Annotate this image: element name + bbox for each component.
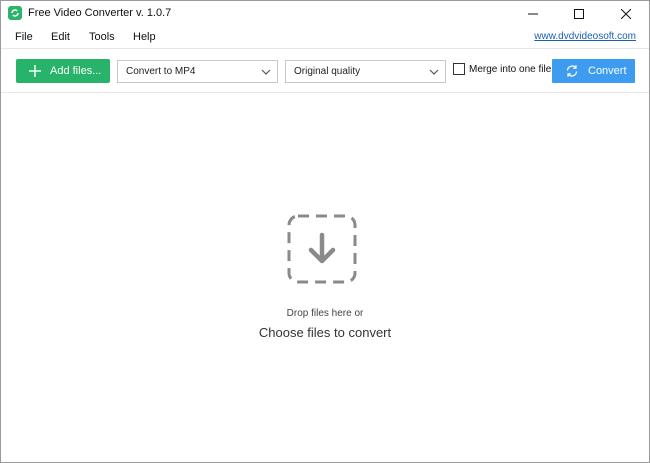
maximize-icon <box>574 9 584 19</box>
close-icon <box>621 9 631 19</box>
menu-edit[interactable]: Edit <box>51 31 70 43</box>
convert-label: Convert <box>588 65 627 77</box>
choose-files-link[interactable]: Choose files to convert <box>1 325 649 340</box>
merge-option[interactable]: Merge into one file <box>453 63 551 75</box>
merge-label: Merge into one file <box>469 63 552 75</box>
menu-tools[interactable]: Tools <box>89 31 115 43</box>
download-arrow-icon <box>287 214 357 284</box>
drop-hint-text: Drop files here or <box>286 308 364 319</box>
app-icon <box>8 6 22 20</box>
format-select-value: Convert to MP4 <box>126 66 196 77</box>
maximize-button[interactable] <box>556 1 602 27</box>
title-bar: Free Video Converter v. 1.0.7 <box>1 1 649 27</box>
menu-divider <box>1 48 649 49</box>
close-button[interactable] <box>603 1 649 27</box>
add-files-label: Add files... <box>50 65 102 77</box>
menu-bar: File Edit Tools Help www.dvdvideosoft.co… <box>1 27 649 47</box>
website-link[interactable]: www.dvdvideosoft.com <box>534 31 636 42</box>
menu-file[interactable]: File <box>15 31 33 43</box>
format-select[interactable]: Convert to MP4 <box>117 60 278 83</box>
merge-checkbox[interactable] <box>453 63 465 75</box>
menu-help[interactable]: Help <box>133 31 156 43</box>
chevron-down-icon <box>426 64 442 80</box>
quality-select[interactable]: Original quality <box>285 60 446 83</box>
refresh-icon <box>565 64 579 78</box>
minimize-icon <box>528 13 538 15</box>
minimize-button[interactable] <box>510 1 556 27</box>
chevron-down-icon <box>258 64 274 80</box>
convert-button[interactable]: Convert <box>552 59 635 83</box>
window-title: Free Video Converter v. 1.0.7 <box>28 7 172 19</box>
quality-select-value: Original quality <box>294 66 361 77</box>
add-files-button[interactable]: Add files... <box>16 59 110 83</box>
plus-icon <box>28 64 42 78</box>
app-window: Free Video Converter v. 1.0.7 File Edit … <box>0 0 650 463</box>
drop-zone[interactable]: Drop files here or Choose files to conve… <box>1 93 649 461</box>
